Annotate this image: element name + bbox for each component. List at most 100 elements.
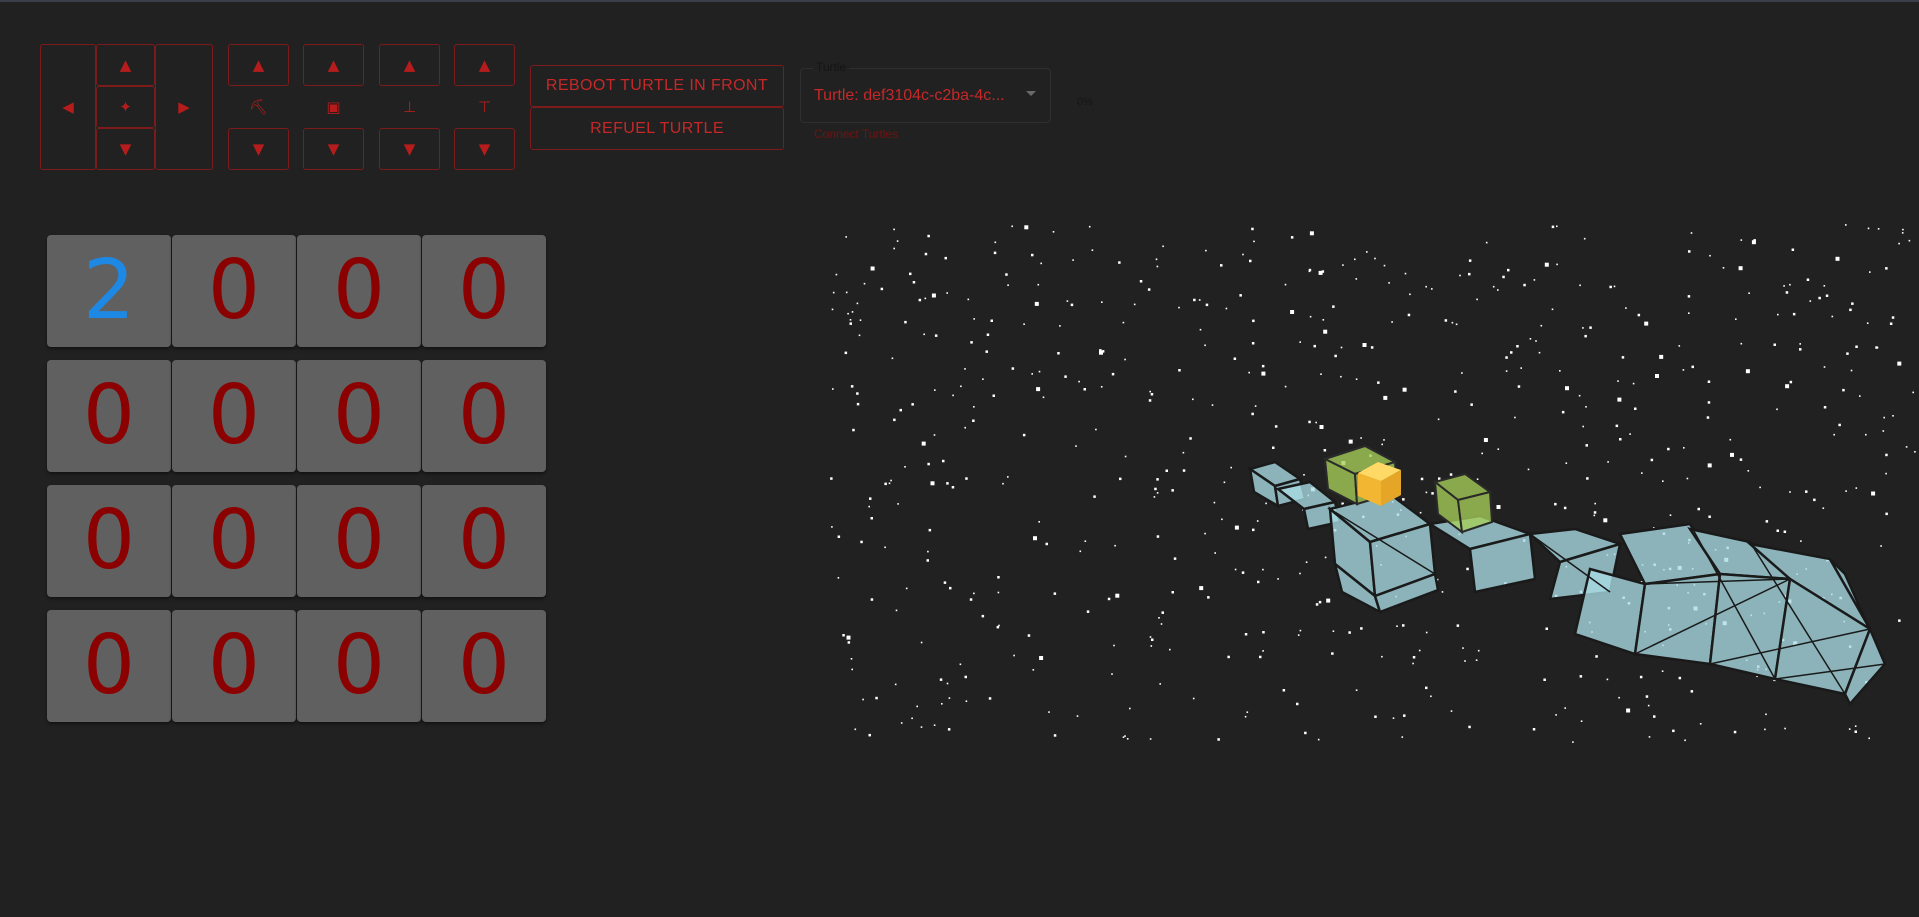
star (1076, 715, 1079, 717)
inventory-slot[interactable]: 0 (297, 360, 421, 472)
inventory-slot[interactable]: 0 (422, 610, 546, 722)
star (1706, 416, 1710, 419)
star (1113, 644, 1115, 647)
star (1124, 358, 1126, 361)
star (1485, 241, 1488, 244)
star (1213, 501, 1216, 504)
inventory-slot[interactable]: 0 (47, 610, 171, 722)
star (852, 428, 855, 432)
suck-down-button[interactable]: ▼ (454, 128, 515, 170)
place-up-button[interactable]: ▲ (303, 44, 364, 86)
place-button[interactable]: ▣ (303, 86, 364, 128)
star (875, 696, 878, 700)
turn-right-button[interactable]: ▶ (155, 44, 213, 170)
dig-up-button[interactable]: ▲ (228, 44, 289, 86)
dig-down-button[interactable]: ▼ (228, 128, 289, 170)
star (1151, 638, 1154, 641)
star (1178, 369, 1181, 372)
star (1593, 511, 1597, 514)
star (1118, 261, 1121, 264)
star (1156, 535, 1160, 538)
star (1582, 327, 1584, 329)
move-forward-button[interactable]: ▲ (96, 44, 155, 86)
star (1615, 424, 1619, 428)
refuel-turtle-button[interactable]: REFUEL TURTLE (530, 107, 784, 150)
inventory-slot[interactable]: 0 (47, 360, 171, 472)
star (1319, 425, 1324, 429)
world-3d-view[interactable] (830, 224, 1919, 744)
star (1892, 415, 1894, 417)
star (1454, 390, 1457, 393)
star (1409, 293, 1411, 296)
star (1632, 382, 1635, 385)
star (1122, 321, 1125, 324)
inventory-slot[interactable]: 0 (297, 610, 421, 722)
inventory-slot[interactable]: 0 (172, 235, 296, 347)
star (1809, 300, 1812, 302)
drop-button[interactable]: ⊥ (379, 86, 440, 128)
star (1871, 491, 1876, 496)
inventory-slot[interactable]: 0 (172, 610, 296, 722)
inventory-slot[interactable]: 2 (47, 235, 171, 347)
inventory-slot[interactable]: 0 (172, 360, 296, 472)
star (859, 319, 862, 321)
suck-up-button[interactable]: ▲ (454, 44, 515, 86)
star (1563, 506, 1567, 510)
star (1032, 669, 1035, 671)
star (1101, 350, 1105, 353)
star (1182, 451, 1185, 454)
star (964, 368, 966, 370)
star (1431, 288, 1433, 290)
star (1659, 354, 1664, 359)
inventory-slot[interactable]: 0 (422, 360, 546, 472)
star (862, 698, 864, 701)
star (1057, 352, 1060, 355)
drop-down-button[interactable]: ▼ (379, 128, 440, 170)
arrow-down-icon: ▼ (403, 140, 416, 158)
star (1261, 364, 1265, 368)
star (1551, 308, 1554, 311)
star (1107, 597, 1111, 601)
inventory-slot[interactable]: 0 (297, 485, 421, 597)
star (1690, 690, 1694, 693)
suck-button[interactable]: ⊤ (454, 86, 515, 128)
star (973, 592, 975, 595)
star (1613, 285, 1616, 288)
star (1733, 730, 1737, 734)
reboot-turtle-button[interactable]: REBOOT TURTLE IN FRONT (530, 65, 784, 107)
star (1153, 496, 1156, 498)
star (1159, 683, 1161, 685)
star (1259, 655, 1262, 659)
star (981, 614, 985, 618)
star (1099, 349, 1102, 352)
star (1383, 395, 1388, 400)
center-button[interactable]: ✦ (96, 86, 155, 128)
inventory-slot[interactable]: 0 (47, 485, 171, 597)
dig-button[interactable]: ⛏ (228, 86, 289, 128)
inventory-slot[interactable]: 0 (422, 235, 546, 347)
inventory-slot[interactable]: 0 (422, 485, 546, 597)
star (934, 334, 938, 337)
inventory-slot[interactable]: 0 (297, 235, 421, 347)
place-down-button[interactable]: ▼ (303, 128, 364, 170)
star (1789, 283, 1791, 286)
star (1691, 365, 1694, 369)
drop-up-button[interactable]: ▲ (379, 44, 440, 86)
star (856, 402, 860, 406)
arrow-right-icon: ▶ (178, 98, 190, 116)
star (1234, 525, 1239, 530)
inventory-slot[interactable]: 0 (172, 485, 296, 597)
star (1822, 507, 1825, 509)
star (1317, 738, 1320, 741)
move-back-button[interactable]: ▼ (96, 128, 155, 170)
star (912, 281, 916, 284)
star (1740, 342, 1743, 345)
star (856, 392, 859, 395)
star (1230, 466, 1232, 469)
star (1806, 278, 1810, 281)
star (1119, 477, 1122, 481)
star (1897, 361, 1902, 366)
turtle-select[interactable]: Turtle Turtle: def3104c-c2ba-4c... (800, 60, 1051, 123)
star (1476, 298, 1478, 301)
turn-left-button[interactable]: ◀ (40, 44, 96, 170)
